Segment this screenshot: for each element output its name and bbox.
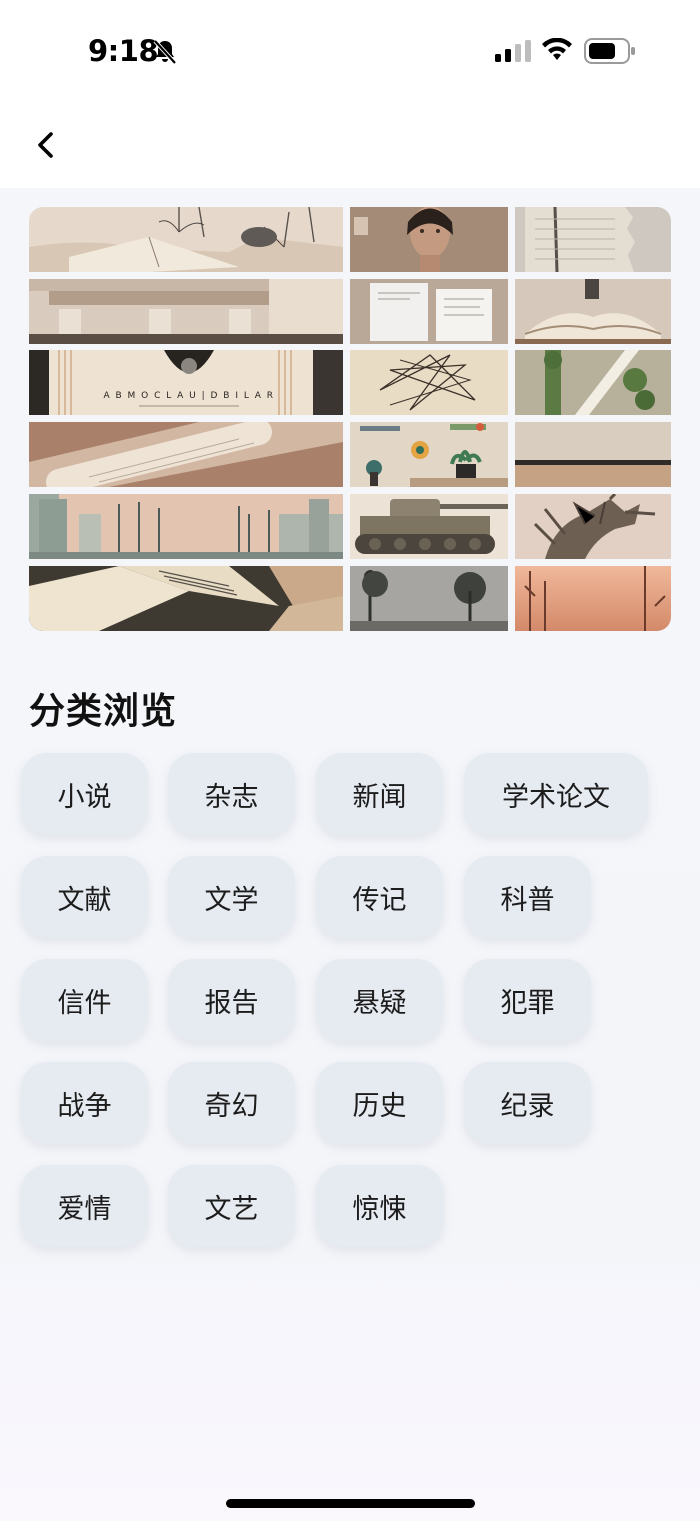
horizon-photo [515,422,671,487]
category-chip[interactable]: 小说 [21,753,148,835]
category-chip[interactable]: 文学 [168,856,295,938]
category-chip[interactable]: 犯罪 [464,959,591,1041]
poster-text: A B M O C L A U | D B I L A R [104,391,275,401]
open-books-photo [29,566,343,631]
plant-arch-photo [515,350,671,415]
category-chip[interactable]: 科普 [464,856,591,938]
category-chip[interactable]: 文艺 [168,1165,295,1247]
woman-portrait-photo [350,207,508,272]
status-bar: 9:18 [0,0,700,100]
category-chip[interactable]: 爱情 [21,1165,148,1247]
category-chip[interactable]: 传记 [316,856,443,938]
plant-illustration-photo [350,422,508,487]
typography-poster-photo: A B M O C L A U | D B I L A R [29,350,343,415]
category-chip[interactable]: 悬疑 [316,959,443,1041]
category-chip[interactable]: 报告 [168,959,295,1041]
bottom-area [0,1265,700,1521]
category-chip[interactable]: 杂志 [168,753,295,835]
category-chip[interactable]: 奇幻 [168,1062,295,1144]
sunset-trees-photo [515,566,671,631]
cover-mosaic[interactable]: A B M O C L A U | D B I L A R [29,207,671,631]
torn-paper-photo [515,207,671,272]
book-sketch-photo [29,207,343,272]
bell-slash-icon [153,39,177,65]
nav-bar [0,100,700,188]
street-lamps-photo [29,494,343,559]
clock: 9:18 [88,34,159,68]
cellular-signal-icon [495,40,531,62]
category-chip[interactable]: 惊悚 [316,1165,443,1247]
battery-icon [584,38,635,64]
dragon-sculpture-photo [515,494,671,559]
open-book-photo [515,279,671,344]
paper-roll-photo [29,422,343,487]
category-chip[interactable]: 战争 [21,1062,148,1144]
forest-photo [350,566,508,631]
tank-photo [350,494,508,559]
category-chip[interactable]: 信件 [21,959,148,1041]
category-chip[interactable]: 学术论文 [464,753,648,835]
category-chip[interactable]: 历史 [316,1062,443,1144]
back-button[interactable] [26,126,64,164]
wifi-icon [542,38,572,60]
building-photo [29,279,343,344]
section-title: 分类浏览 [29,691,178,732]
category-chip[interactable]: 新闻 [316,753,443,835]
category-chip[interactable]: 纪录 [464,1062,591,1144]
home-indicator[interactable] [226,1499,475,1508]
chevron-left-icon [38,132,53,158]
category-chip[interactable]: 文献 [21,856,148,938]
line-art-photo [350,350,508,415]
documents-photo [350,279,508,344]
